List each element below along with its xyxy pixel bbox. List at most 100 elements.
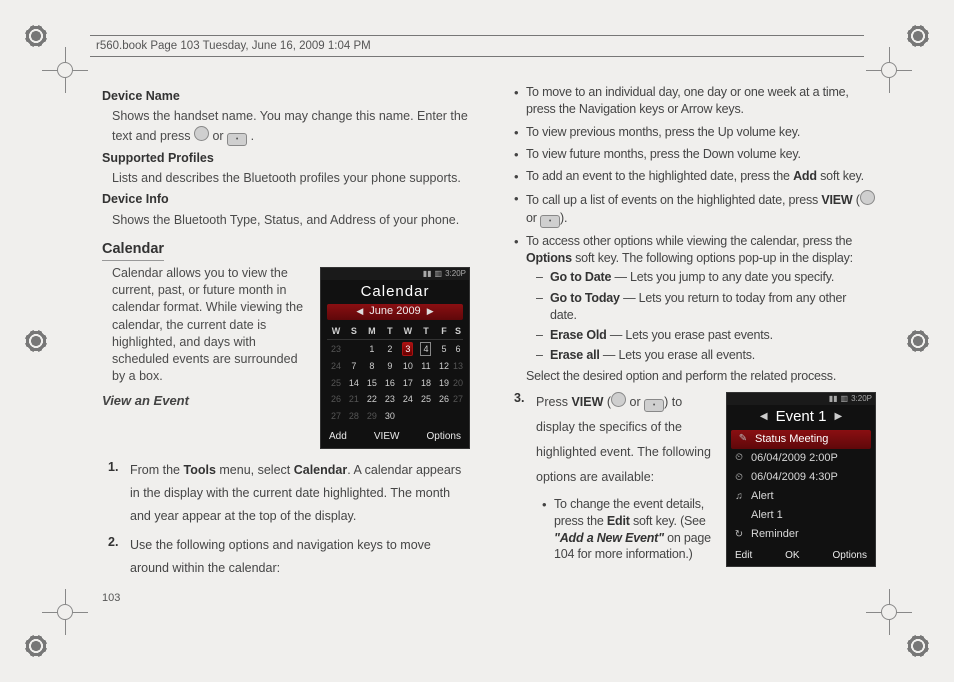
calendar-day [345,339,363,358]
crop-mark-icon [866,589,912,635]
phone-calendar-figure: ▮▮ ▥ 3:20P Calendar ◀ June 2009 ▶ WSMTWT… [320,267,470,449]
bullet-prev-months: To view previous months, press the Up vo… [526,124,876,141]
dash-go-to-date: Go to Date — Lets you jump to any date y… [550,269,876,286]
softkey-center: VIEW [374,430,400,444]
print-gear-icon [24,329,48,353]
dash-go-to-today: Go to Today — Lets you return to today f… [550,290,876,325]
calendar-dow: S [345,323,363,340]
nav-key-icon [860,190,875,205]
phone-month-selector: ◀ June 2009 ▶ [327,304,463,320]
crop-mark-icon [42,589,88,635]
calendar-week-number: 23 [327,339,345,358]
print-gear-icon [906,329,930,353]
next-month-icon: ▶ [427,305,434,317]
bullet-add-event: To add an event to the highlighted date,… [526,168,876,185]
heading-device-name: Device Name [102,88,470,105]
calendar-day: 17 [399,375,417,391]
print-gear-icon [24,24,48,48]
calendar-day: 9 [381,358,399,374]
calendar-day: 2 [381,339,399,358]
calendar-day: 28 [345,408,363,424]
calendar-week-number: 24 [327,358,345,374]
calendar-dow: T [417,323,435,340]
phone-clock: 3:20P [445,268,466,279]
calendar-dow: T [381,323,399,340]
calendar-week-number: 27 [327,408,345,424]
calendar-day: 6 [453,339,463,358]
calendar-dow: M [363,323,381,340]
calendar-day: 27 [453,391,463,407]
calendar-day: 14 [345,375,363,391]
calendar-day: 22 [363,391,381,407]
calendar-day: 30 [381,408,399,424]
calendar-dow: F [435,323,453,340]
calendar-day: 18 [417,375,435,391]
nav-key-icon [194,126,209,141]
calendar-day: 13 [453,358,463,374]
bullet-future-months: To view future months, press the Down vo… [526,146,876,163]
calendar-day [435,408,453,424]
calendar-day: 7 [345,358,363,374]
bullet-view-list: To call up a list of events on the highl… [526,190,876,228]
nav-key-icon [611,392,626,407]
calendar-dow: W [399,323,417,340]
bullet-edit-details: To change the event details, press the E… [554,496,876,564]
calendar-day: 1 [363,339,381,358]
page-number: 103 [102,592,120,604]
calendar-day: 26 [435,391,453,407]
calendar-dow: S [453,323,463,340]
phone-screen-title: Calendar [321,280,469,304]
ok-key-icon [644,399,664,412]
heading-supported-profiles: Supported Profiles [102,150,470,167]
print-gear-icon [906,24,930,48]
calendar-day: 3 [399,339,417,358]
print-gear-icon [24,634,48,658]
softkey-left: Add [329,430,347,444]
calendar-day: 12 [435,358,453,374]
print-gear-icon [906,634,930,658]
calendar-week-number: 25 [327,375,345,391]
step-1: 1. From the Tools menu, select Calendar.… [130,459,470,528]
calendar-day: 16 [381,375,399,391]
calendar-day: 11 [417,358,435,374]
calendar-day: 23 [381,391,399,407]
heading-device-info: Device Info [102,191,470,208]
phone-month-label: June 2009 [369,304,420,319]
calendar-day: 8 [363,358,381,374]
step-2: 2. Use the following options and navigat… [130,534,470,580]
calendar-day: 29 [363,408,381,424]
heading-calendar: Calendar [102,239,164,261]
calendar-day: 24 [399,391,417,407]
step-3: 3. Press VIEW ( or ) to display the spec… [536,390,876,564]
page-header-text: r560.book Page 103 Tuesday, June 16, 200… [96,40,371,52]
crop-mark-icon [42,47,88,93]
calendar-day [399,408,417,424]
bullet-options: To access other options while viewing th… [526,233,876,385]
calendar-day: 20 [453,375,463,391]
page-header: r560.book Page 103 Tuesday, June 16, 200… [90,35,864,57]
calendar-day: 10 [399,358,417,374]
calendar-day: 15 [363,375,381,391]
calendar-day [453,408,463,424]
calendar-day: 25 [417,391,435,407]
ok-key-icon [227,133,247,146]
supported-profiles-text: Lists and describes the Bluetooth profil… [112,170,470,187]
phone-calendar-grid: WSMTWTFS 2312345624789101112132514151617… [327,323,463,424]
phone-softkey-bar: Add VIEW Options [321,427,469,444]
battery-icon: ▥ [435,268,443,279]
prev-month-icon: ◀ [356,305,363,317]
bullet-nav-keys: To move to an individual day, one day or… [526,84,876,119]
dash-erase-old: Erase Old — Lets you erase past events. [550,327,876,344]
calendar-day: 19 [435,375,453,391]
dash-erase-all: Erase all — Lets you erase all events. [550,347,876,364]
ok-key-icon [540,215,560,228]
calendar-day: 21 [345,391,363,407]
calendar-week-number: 26 [327,391,345,407]
device-name-text: Shows the handset name. You may change t… [112,108,470,146]
calendar-day: 5 [435,339,453,358]
signal-icon: ▮▮ [423,268,432,279]
after-dash-text: Select the desired option and perform th… [526,368,876,385]
softkey-right: Options [427,430,461,444]
calendar-day: 4 [417,339,435,358]
phone-status-bar: ▮▮ ▥ 3:20P [321,268,469,280]
